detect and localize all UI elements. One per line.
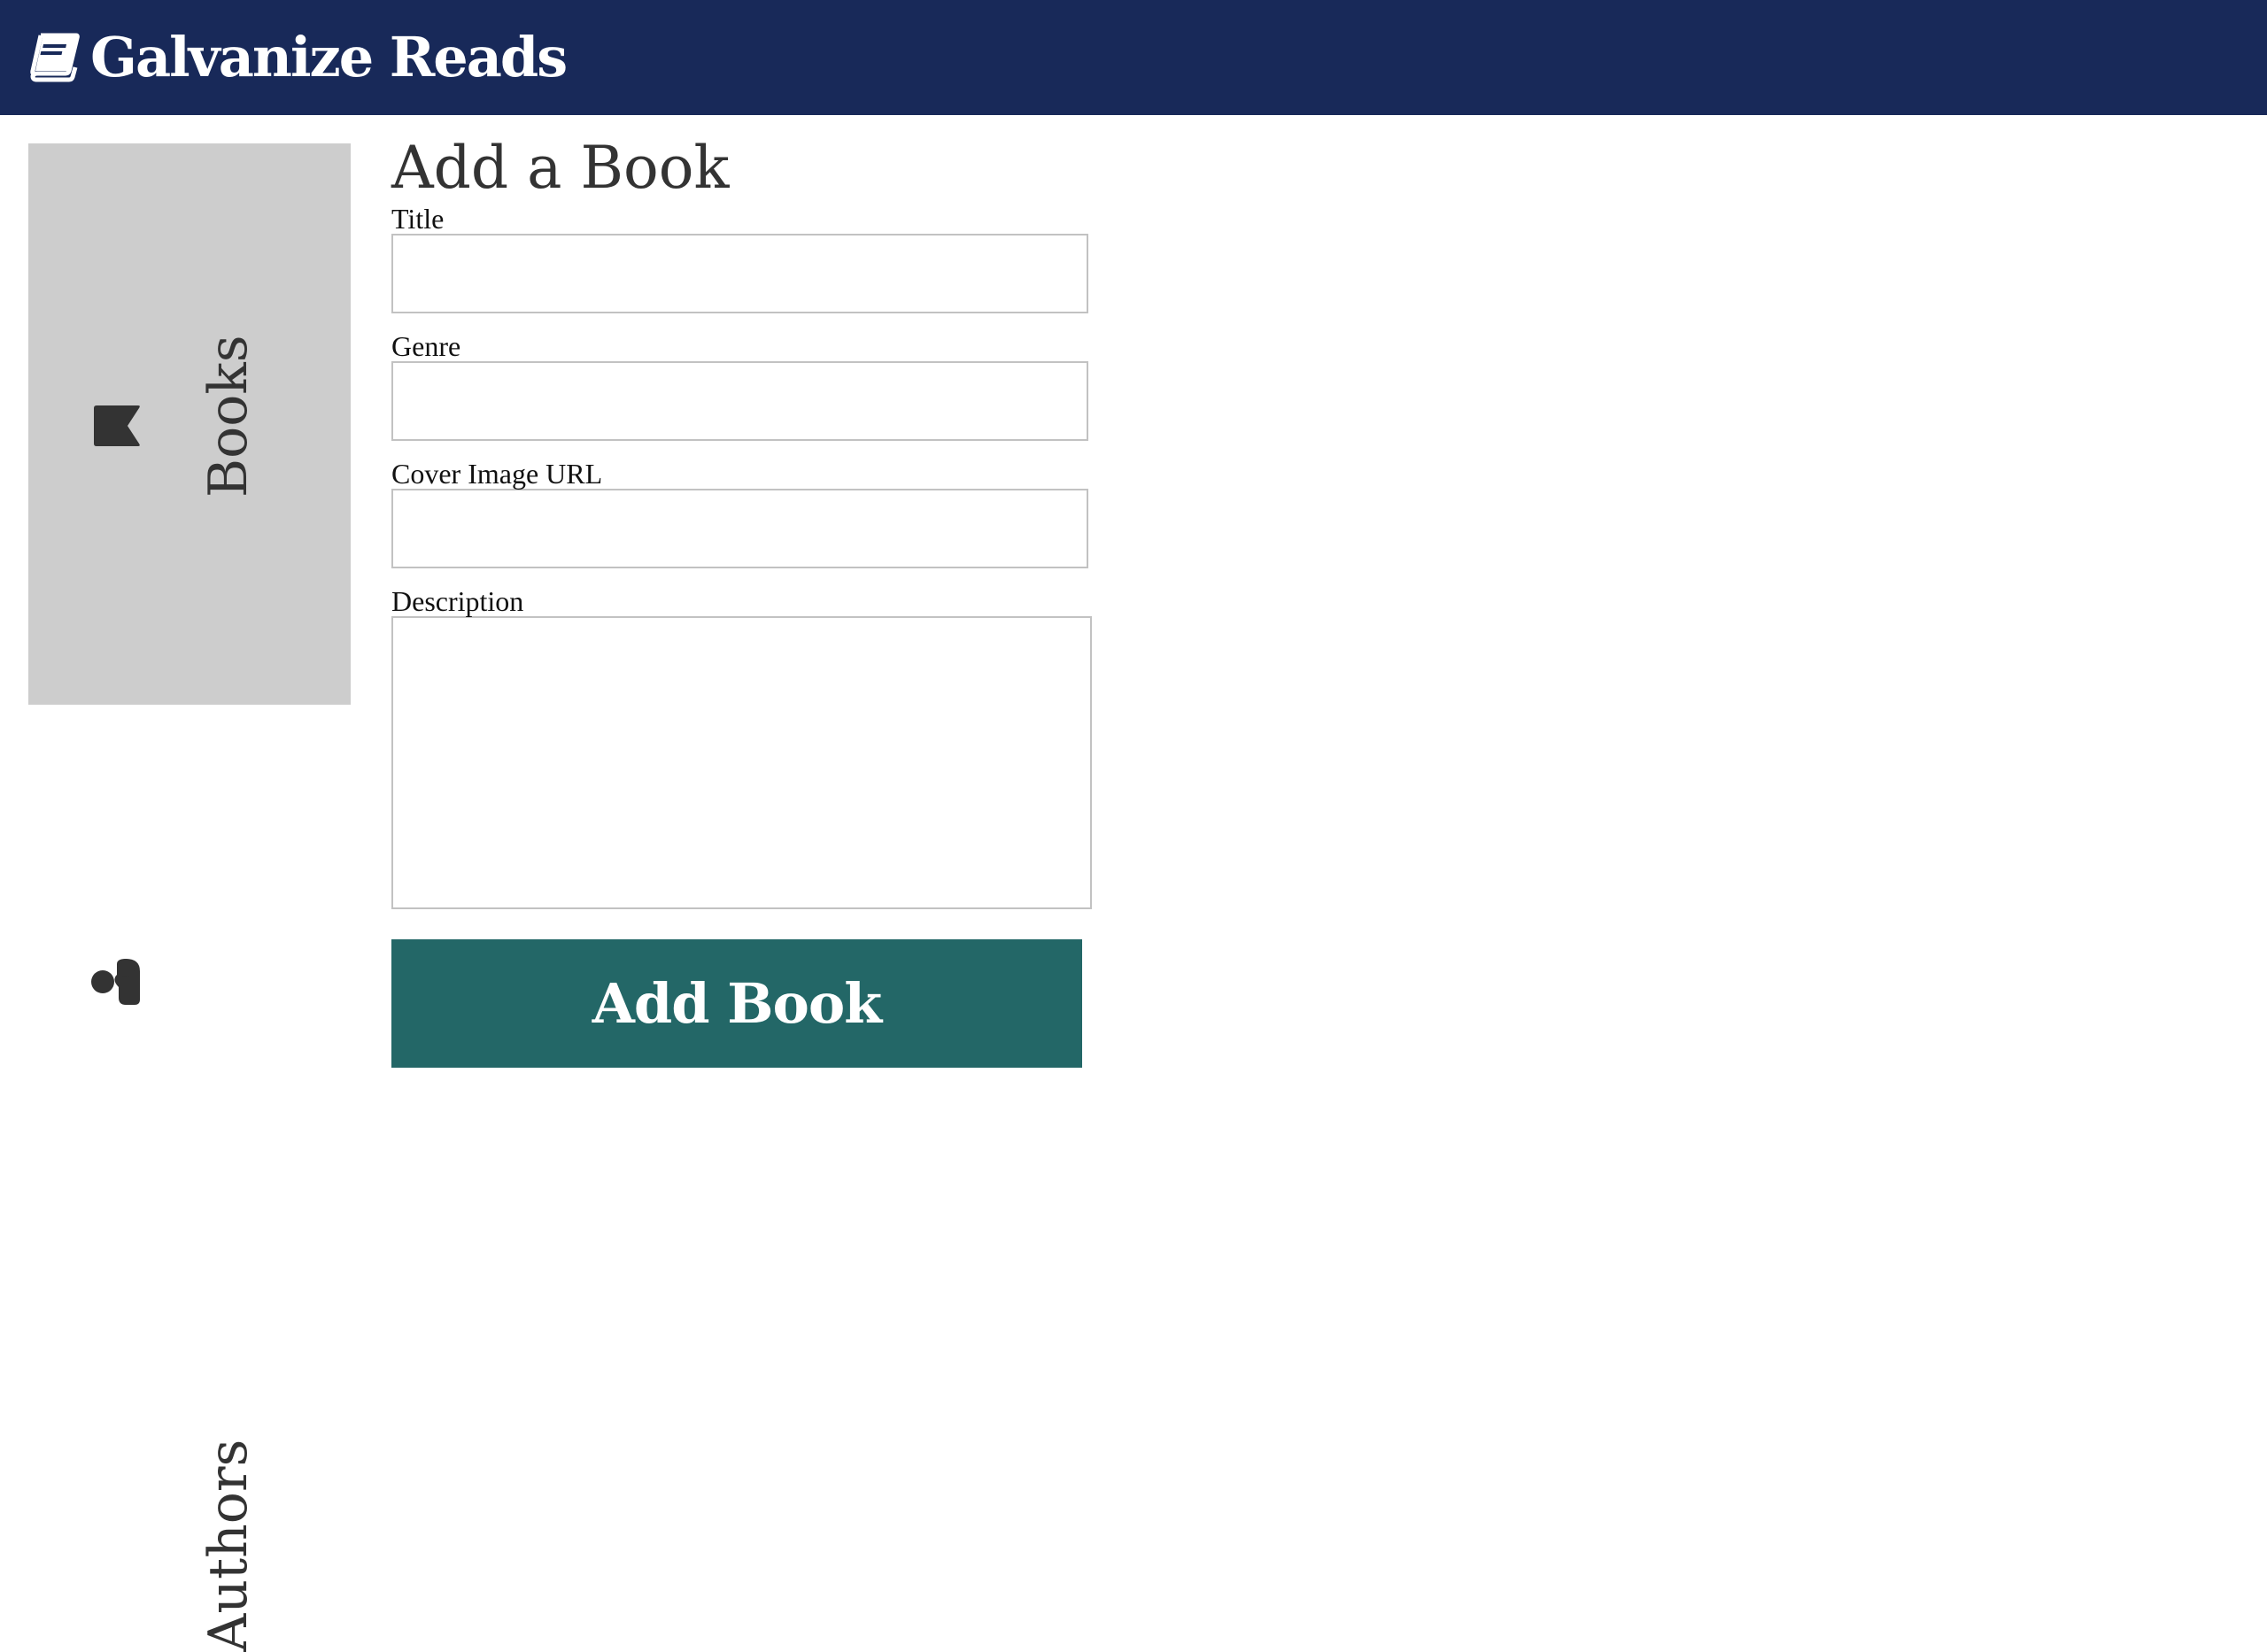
sidebar-nav: Books Authors [28,143,351,1652]
title-input[interactable] [391,234,1088,313]
book-icon [30,33,80,82]
sidebar-item-label: Authors [197,1439,259,1652]
bookmark-flag-icon [94,405,140,446]
genre-input[interactable] [391,361,1088,441]
cover-image-url-input[interactable] [391,489,1088,568]
users-icon [91,959,140,1005]
sidebar-item-books[interactable]: Books [28,143,351,705]
add-book-form: Title Genre Cover Image URL Description … [391,204,1188,1068]
genre-label: Genre [391,330,461,362]
description-label: Description [391,585,524,617]
sidebar-item-authors[interactable]: Authors [28,705,351,1652]
description-textarea[interactable] [391,616,1092,909]
app-title[interactable]: Galvanize Reads [90,30,568,85]
page-title: Add a Book [391,134,730,202]
top-header: Galvanize Reads [0,0,2267,115]
main-content: Add a Book Title Genre Cover Image URL D… [391,133,1188,1068]
cover-image-url-label: Cover Image URL [391,458,603,490]
title-label: Title [391,203,445,235]
sidebar-item-label: Books [197,335,259,498]
add-book-button[interactable]: Add Book [391,939,1082,1068]
